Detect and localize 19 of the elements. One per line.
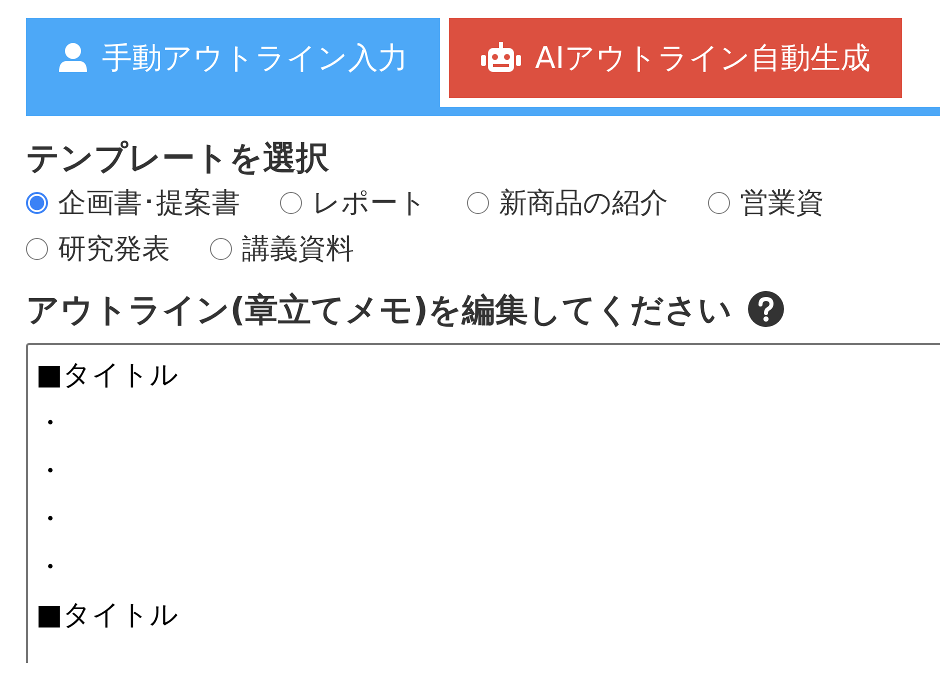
robot-icon <box>481 42 521 74</box>
section-heading: テンプレートを選択 <box>26 138 330 178</box>
person-icon <box>58 42 88 74</box>
section-heading: アウトライン(章立てメモ)を編集してください <box>26 290 732 330</box>
radio-label[interactable]: 研究発表 <box>58 228 170 270</box>
help-icon[interactable] <box>748 291 784 328</box>
radio-label[interactable]: 講義資料 <box>242 228 354 270</box>
radio-button[interactable] <box>26 238 48 260</box>
radio-button[interactable] <box>708 192 730 214</box>
radio-button[interactable] <box>210 238 232 260</box>
radio-button[interactable] <box>467 192 489 214</box>
radio-button[interactable] <box>280 192 302 214</box>
outline-editor[interactable]: ■タイトル ・ ・ ・ ・ ■タイトル <box>26 343 940 664</box>
radio-label[interactable]: 企画書･提案書 <box>58 182 240 224</box>
tab[interactable]: AIアウトライン自動生成 <box>449 18 902 98</box>
radio-label[interactable]: レポート <box>312 182 427 224</box>
radio-label[interactable]: 営業資 <box>740 182 824 224</box>
radio-button[interactable] <box>26 192 48 214</box>
radio-label[interactable]: 新商品の紹介 <box>499 182 668 224</box>
